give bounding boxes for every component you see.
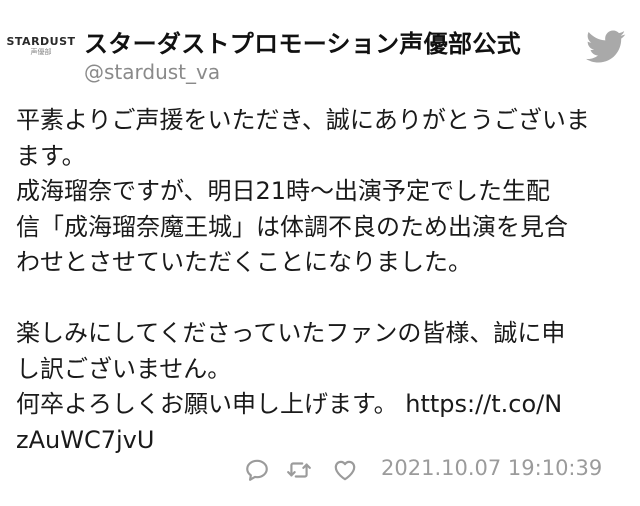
- tweet-line: 信「成海瑠奈魔王城」は体調不良のため出演を見合: [16, 212, 568, 241]
- tweet-line: ます。: [16, 141, 86, 170]
- tweet-card: STARDUST 声優部 スターダストプロモーション声優部公式 @stardus…: [0, 0, 640, 506]
- display-name[interactable]: スターダストプロモーション声優部公式: [84, 24, 521, 59]
- tweet-line: わせとさせていただくことになりました。: [16, 248, 472, 276]
- avatar-logo-text: STARDUST: [6, 34, 76, 48]
- tweet-text: 平素よりご声援をいただき、誠にありがとうございま ます。 成海瑠奈ですが、明日2…: [16, 103, 628, 458]
- tweet-line: 成海瑠奈ですが、明日21時～出演予定でした生配: [16, 177, 551, 205]
- retweet-icon[interactable]: [286, 457, 312, 483]
- twitter-bird-icon: [586, 30, 626, 63]
- avatar[interactable]: STARDUST 声優部: [6, 28, 76, 64]
- tweet-line: 平素よりご声援をいただき、誠にありがとうございま: [16, 106, 590, 134]
- tweet-timestamp[interactable]: 2021.10.07 19:10:39: [381, 456, 602, 480]
- user-handle[interactable]: @stardust_va: [84, 60, 220, 84]
- tweet-line: し訳ございません。: [16, 354, 232, 383]
- tweet-line: 楽しみにしてくださっていたファンの皆様、誠に申: [16, 319, 566, 347]
- avatar-logo-subtext: 声優部: [30, 47, 52, 56]
- reply-icon[interactable]: [244, 457, 270, 483]
- tweet-line: 何卒よろしくお願い申し上げます。 https://t.co/N: [16, 390, 563, 418]
- tweet-actions: 2021.10.07 19:10:39: [244, 455, 634, 487]
- like-icon[interactable]: [332, 457, 358, 483]
- tweet-line: zAuWC7jvU: [16, 425, 155, 454]
